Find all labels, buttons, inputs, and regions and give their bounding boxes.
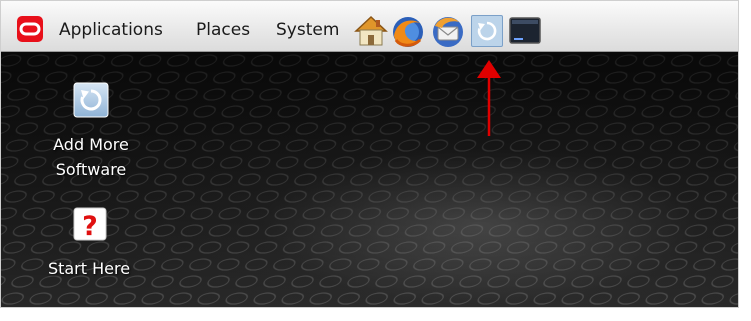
desktop-icon-label: Start Here — [47, 259, 131, 278]
firefox-icon[interactable] — [390, 14, 426, 50]
desktop-background: Add More Software ? Start Here — [1, 52, 738, 307]
software-update-icon — [73, 82, 109, 118]
top-panel: Applications Places System — [1, 1, 738, 52]
desktop-icon-label-line1: Add More — [53, 135, 129, 154]
home-folder-icon[interactable] — [354, 14, 388, 48]
desktop-icon-add-more-software[interactable]: Add More Software — [53, 82, 141, 182]
oracle-logo-icon[interactable] — [17, 16, 43, 42]
help-question-icon: ? — [73, 207, 107, 242]
desktop-icon-start-here[interactable]: ? Start Here — [48, 205, 141, 285]
menu-system[interactable]: System — [276, 20, 339, 40]
red-arrow-icon — [475, 60, 503, 140]
add-more-software-icon[interactable] — [471, 15, 503, 47]
thunderbird-icon[interactable] — [430, 14, 466, 50]
desktop-icon-label-line2: Software — [55, 160, 127, 179]
menu-applications[interactable]: Applications — [59, 20, 163, 40]
terminal-icon[interactable] — [509, 16, 541, 46]
desktop-screen: Applications Places System Add More Soft… — [0, 0, 739, 308]
svg-text:?: ? — [82, 211, 98, 241]
menu-places[interactable]: Places — [196, 20, 250, 40]
